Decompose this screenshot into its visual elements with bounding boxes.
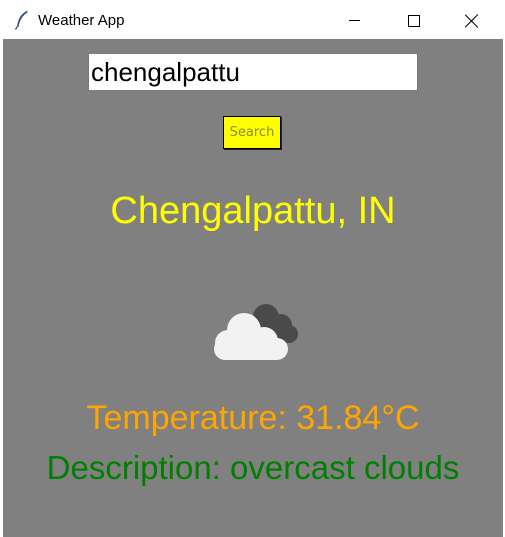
search-button[interactable]: Search — [223, 116, 281, 149]
close-icon — [465, 14, 479, 28]
minimize-button[interactable] — [331, 2, 377, 39]
minimize-icon — [348, 20, 360, 21]
feather-icon — [14, 10, 30, 30]
maximize-button[interactable] — [391, 2, 437, 39]
title-bar[interactable]: Weather App — [3, 2, 503, 39]
weather-app-window: Weather App Search Chengalpattu, IN — [3, 2, 503, 537]
description-label: Description: overcast clouds — [46, 449, 460, 486]
city-search-input[interactable] — [88, 53, 418, 91]
maximize-icon — [408, 14, 420, 27]
temperature-label: Temperature: 31.84°C — [86, 399, 420, 437]
overcast-clouds-icon — [208, 300, 300, 362]
close-button[interactable] — [449, 2, 495, 39]
window-title: Weather App — [38, 12, 125, 29]
location-label: Chengalpattu, IN — [110, 190, 396, 232]
